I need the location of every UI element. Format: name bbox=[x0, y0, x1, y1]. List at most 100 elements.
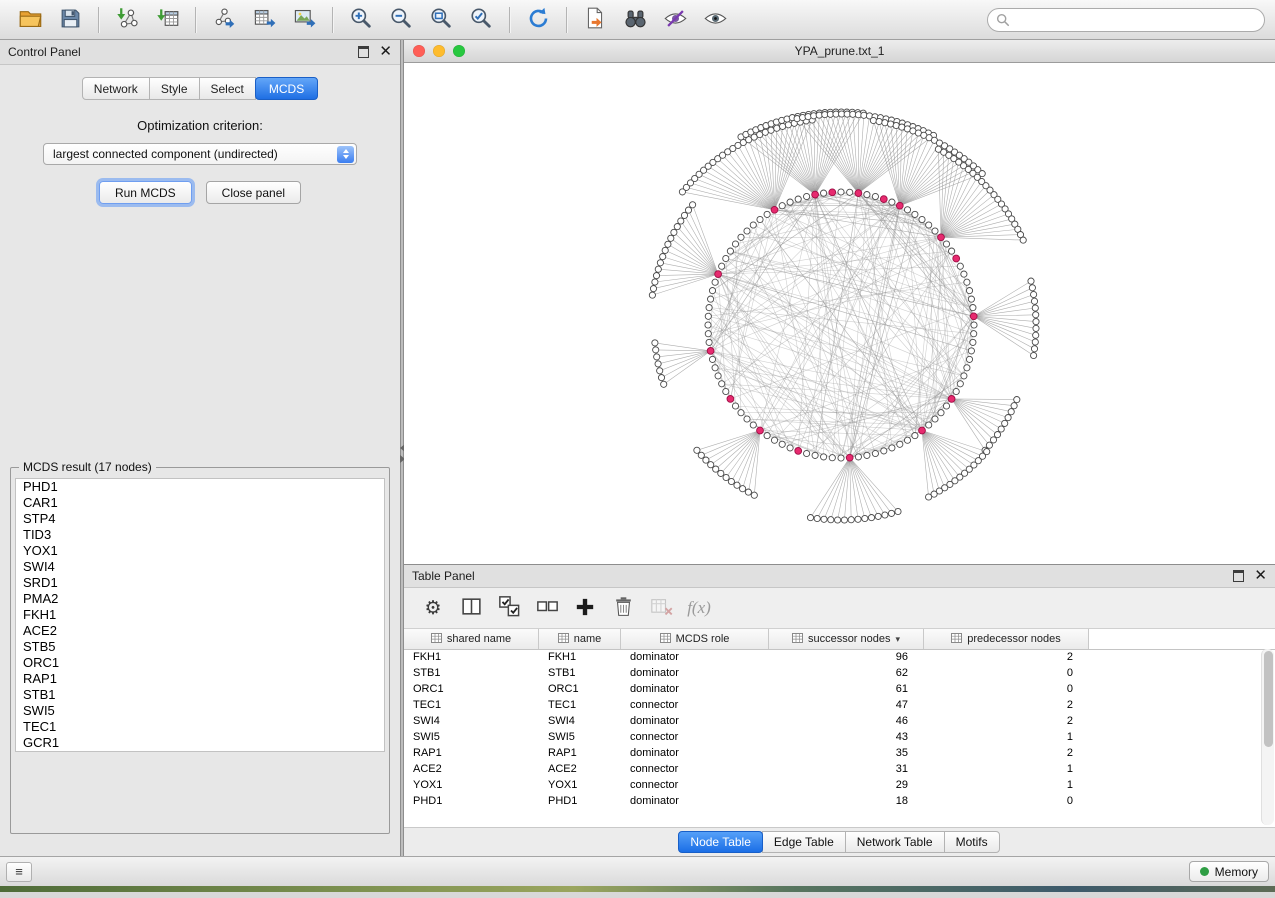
table-panel-header: Table Panel ✕ bbox=[404, 565, 1275, 588]
network-view-window: YPA_prune.txt_1 bbox=[404, 40, 1275, 565]
mcds-result-item[interactable]: CAR1 bbox=[16, 495, 384, 511]
tab-network[interactable]: Network bbox=[82, 77, 150, 100]
table-cell: 2 bbox=[924, 651, 1089, 663]
table-panel-float-button[interactable] bbox=[1233, 570, 1244, 582]
table-cell: connector bbox=[621, 779, 769, 791]
export-network-icon bbox=[212, 6, 237, 34]
table-row[interactable]: STB1STB1dominator620 bbox=[404, 665, 1275, 681]
table-row[interactable]: SWI4SWI4dominator462 bbox=[404, 713, 1275, 729]
select-all-rows-button[interactable] bbox=[492, 592, 526, 624]
column-header-predecessor-nodes[interactable]: predecessor nodes bbox=[924, 629, 1089, 649]
import-network-from-file-button[interactable] bbox=[107, 3, 147, 37]
column-header-MCDS-role[interactable]: MCDS role bbox=[621, 629, 769, 649]
mcds-result-item[interactable]: TID3 bbox=[16, 527, 384, 543]
table-cell: dominator bbox=[621, 651, 769, 663]
column-header-shared-name[interactable]: shared name bbox=[404, 629, 539, 649]
close-panel-button[interactable]: Close panel bbox=[206, 181, 301, 204]
mcds-result-item[interactable]: YOX1 bbox=[16, 543, 384, 559]
tab-network-table[interactable]: Network Table bbox=[845, 831, 945, 853]
mcds-result-item[interactable]: PMA2 bbox=[16, 591, 384, 607]
mcds-result-item[interactable]: ACE2 bbox=[16, 623, 384, 639]
apply-layout-button[interactable] bbox=[518, 3, 558, 37]
mcds-result-item[interactable]: SRD1 bbox=[16, 575, 384, 591]
tab-edge-table[interactable]: Edge Table bbox=[762, 831, 846, 853]
window-zoom-button[interactable] bbox=[453, 45, 465, 57]
table-row[interactable]: YOX1YOX1connector291 bbox=[404, 777, 1275, 793]
window-minimize-button[interactable] bbox=[433, 45, 445, 57]
mcds-result-item[interactable]: PHD1 bbox=[16, 479, 384, 495]
table-panel-title: Table Panel bbox=[412, 569, 475, 583]
tab-motifs[interactable]: Motifs bbox=[944, 831, 1000, 853]
optimization-criterion-select[interactable]: largest connected component (undirected) bbox=[43, 143, 357, 165]
window-close-button[interactable] bbox=[413, 45, 425, 57]
show-graphics-details-button[interactable] bbox=[695, 3, 735, 37]
table-row[interactable]: RAP1RAP1dominator352 bbox=[404, 745, 1275, 761]
trash-icon bbox=[612, 595, 635, 621]
save-session-button[interactable] bbox=[50, 3, 90, 37]
status-menu-button[interactable]: ≡ bbox=[6, 862, 32, 882]
tab-node-table[interactable]: Node Table bbox=[678, 831, 763, 853]
table-cell: FKH1 bbox=[404, 651, 539, 663]
table-cell: 46 bbox=[769, 715, 924, 727]
zoom-selected-button[interactable] bbox=[461, 3, 501, 37]
run-mcds-button[interactable]: Run MCDS bbox=[99, 181, 192, 204]
hide-graphics-button[interactable] bbox=[655, 3, 695, 37]
show-columns-button[interactable] bbox=[454, 592, 488, 624]
control-panel-float-button[interactable] bbox=[358, 46, 369, 58]
mcds-result-item[interactable]: STB1 bbox=[16, 687, 384, 703]
zoom-out-button[interactable] bbox=[381, 3, 421, 37]
delete-column-button[interactable] bbox=[606, 592, 640, 624]
search-box[interactable] bbox=[987, 8, 1265, 32]
mcds-result-item[interactable]: RAP1 bbox=[16, 671, 384, 687]
table-scrollbar-thumb[interactable] bbox=[1264, 651, 1273, 747]
import-table-icon bbox=[155, 6, 180, 34]
export-network-button[interactable] bbox=[204, 3, 244, 37]
find-button[interactable] bbox=[615, 3, 655, 37]
deselect-all-rows-button[interactable] bbox=[530, 592, 564, 624]
optimization-criterion-label: Optimization criterion: bbox=[0, 118, 400, 133]
export-image-button[interactable] bbox=[284, 3, 324, 37]
zoom-out-icon bbox=[389, 6, 413, 33]
memory-button[interactable]: Memory bbox=[1189, 861, 1269, 882]
export-table-button[interactable] bbox=[244, 3, 284, 37]
mcds-result-item[interactable]: ORC1 bbox=[16, 655, 384, 671]
control-panel-header: Control Panel ✕ bbox=[0, 40, 400, 65]
mcds-result-list[interactable]: PHD1CAR1STP4TID3YOX1SWI4SRD1PMA2FKH1ACE2… bbox=[15, 478, 385, 752]
table-row[interactable]: TEC1TEC1connector472 bbox=[404, 697, 1275, 713]
tab-select[interactable]: Select bbox=[199, 77, 256, 100]
zoom-in-button[interactable] bbox=[341, 3, 381, 37]
search-input[interactable] bbox=[1015, 9, 1256, 31]
table-cell: connector bbox=[621, 731, 769, 743]
table-scrollbar[interactable] bbox=[1261, 649, 1274, 825]
table-row[interactable]: ORC1ORC1dominator610 bbox=[404, 681, 1275, 697]
column-header-successor-nodes[interactable]: successor nodes▾ bbox=[769, 629, 924, 649]
mcds-result-item[interactable]: TEC1 bbox=[16, 719, 384, 735]
table-row[interactable]: SWI5SWI5connector431 bbox=[404, 729, 1275, 745]
tab-style[interactable]: Style bbox=[149, 77, 200, 100]
mcds-result-item[interactable]: SWI5 bbox=[16, 703, 384, 719]
mcds-result-item[interactable]: SWI4 bbox=[16, 559, 384, 575]
add-column-button[interactable] bbox=[568, 592, 602, 624]
table-cell: RAP1 bbox=[539, 747, 621, 759]
table-panel-close-button[interactable]: ✕ bbox=[1254, 571, 1267, 581]
mcds-result-item[interactable]: STB5 bbox=[16, 639, 384, 655]
tab-mcds[interactable]: MCDS bbox=[255, 77, 318, 100]
network-canvas[interactable] bbox=[404, 63, 1275, 564]
mcds-result-item[interactable]: FKH1 bbox=[16, 607, 384, 623]
share-network-button[interactable] bbox=[575, 3, 615, 37]
network-canvas-svg bbox=[404, 63, 1273, 564]
table-row[interactable]: FKH1FKH1dominator962 bbox=[404, 649, 1275, 665]
open-session-button[interactable] bbox=[10, 3, 50, 37]
mcds-result-item[interactable]: STP4 bbox=[16, 511, 384, 527]
table-row[interactable]: PHD1PHD1dominator180 bbox=[404, 793, 1275, 809]
column-header-name[interactable]: name bbox=[539, 629, 621, 649]
control-panel-close-button[interactable]: ✕ bbox=[379, 47, 392, 57]
column-settings-button[interactable]: ⚙ bbox=[416, 592, 450, 624]
table-cell: 0 bbox=[924, 667, 1089, 679]
table-row[interactable]: ACE2ACE2connector311 bbox=[404, 761, 1275, 777]
zoom-fit-button[interactable] bbox=[421, 3, 461, 37]
table-column-icon bbox=[660, 633, 671, 646]
node-table: shared namenameMCDS rolesuccessor nodes▾… bbox=[404, 629, 1275, 828]
import-table-from-file-button[interactable] bbox=[147, 3, 187, 37]
mcds-result-item[interactable]: GCR1 bbox=[16, 735, 384, 751]
